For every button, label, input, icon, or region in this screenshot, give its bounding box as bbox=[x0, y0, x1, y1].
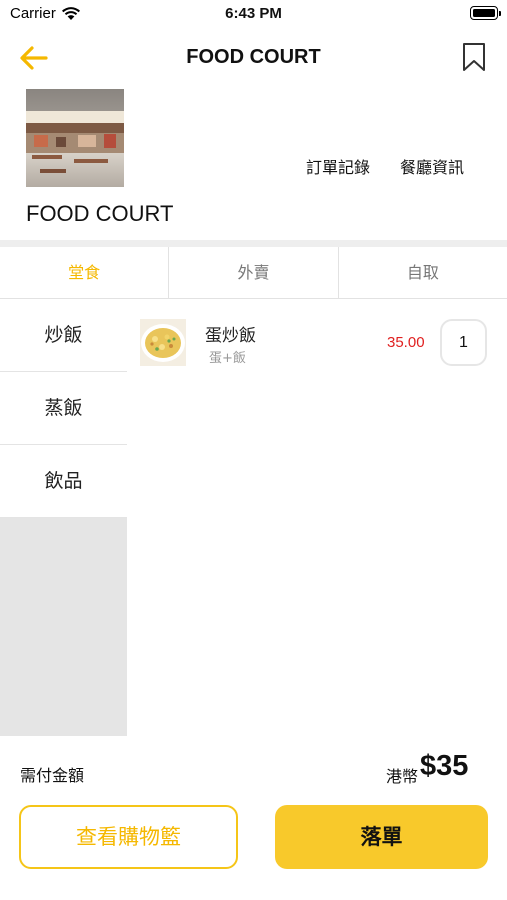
menu-item[interactable]: 蛋炒飯 蛋+飯 35.00 1 bbox=[127, 306, 507, 380]
category-drinks[interactable]: 飲品 bbox=[0, 445, 127, 518]
order-history-link[interactable]: 訂單記錄 bbox=[306, 154, 370, 178]
restaurant-info-link[interactable]: 餐廳資訊 bbox=[400, 154, 464, 178]
dish-price: 35.00 bbox=[387, 334, 425, 351]
view-cart-button[interactable]: 查看購物籃 bbox=[19, 805, 238, 869]
total-label: 需付金額 bbox=[20, 766, 85, 785]
status-time: 6:43 PM bbox=[225, 5, 282, 22]
shop-name: FOOD COURT bbox=[26, 201, 174, 226]
quantity-stepper[interactable]: 1 bbox=[440, 319, 487, 366]
category-sidebar: 炒飯 蒸飯 飲品 bbox=[0, 299, 127, 736]
currency-label: 港幣 bbox=[386, 767, 419, 786]
tab-takeaway[interactable]: 外賣 bbox=[168, 247, 337, 298]
tab-dine-in[interactable]: 堂食 bbox=[0, 247, 168, 298]
bookmark-button[interactable] bbox=[461, 42, 487, 72]
nav-bar: FOOD COURT bbox=[0, 36, 507, 80]
battery-icon bbox=[470, 6, 501, 20]
dish-description: 蛋+飯 bbox=[209, 351, 246, 366]
section-divider bbox=[0, 240, 507, 247]
page-title: FOOD COURT bbox=[186, 46, 321, 68]
place-order-button[interactable]: 落單 bbox=[275, 805, 488, 869]
dish-photo bbox=[140, 319, 186, 366]
category-fried-rice[interactable]: 炒飯 bbox=[0, 299, 127, 372]
tab-pickup[interactable]: 自取 bbox=[337, 247, 507, 298]
category-steamed-rice[interactable]: 蒸飯 bbox=[0, 372, 127, 445]
order-type-tabs: 堂食 外賣 自取 bbox=[0, 247, 507, 299]
status-bar: Carrier 6:43 PM bbox=[0, 0, 507, 28]
bookmark-icon bbox=[463, 43, 485, 71]
dish-name: 蛋炒飯 bbox=[205, 326, 256, 346]
shop-photo bbox=[26, 89, 124, 187]
total-amount: $35 bbox=[420, 750, 469, 782]
